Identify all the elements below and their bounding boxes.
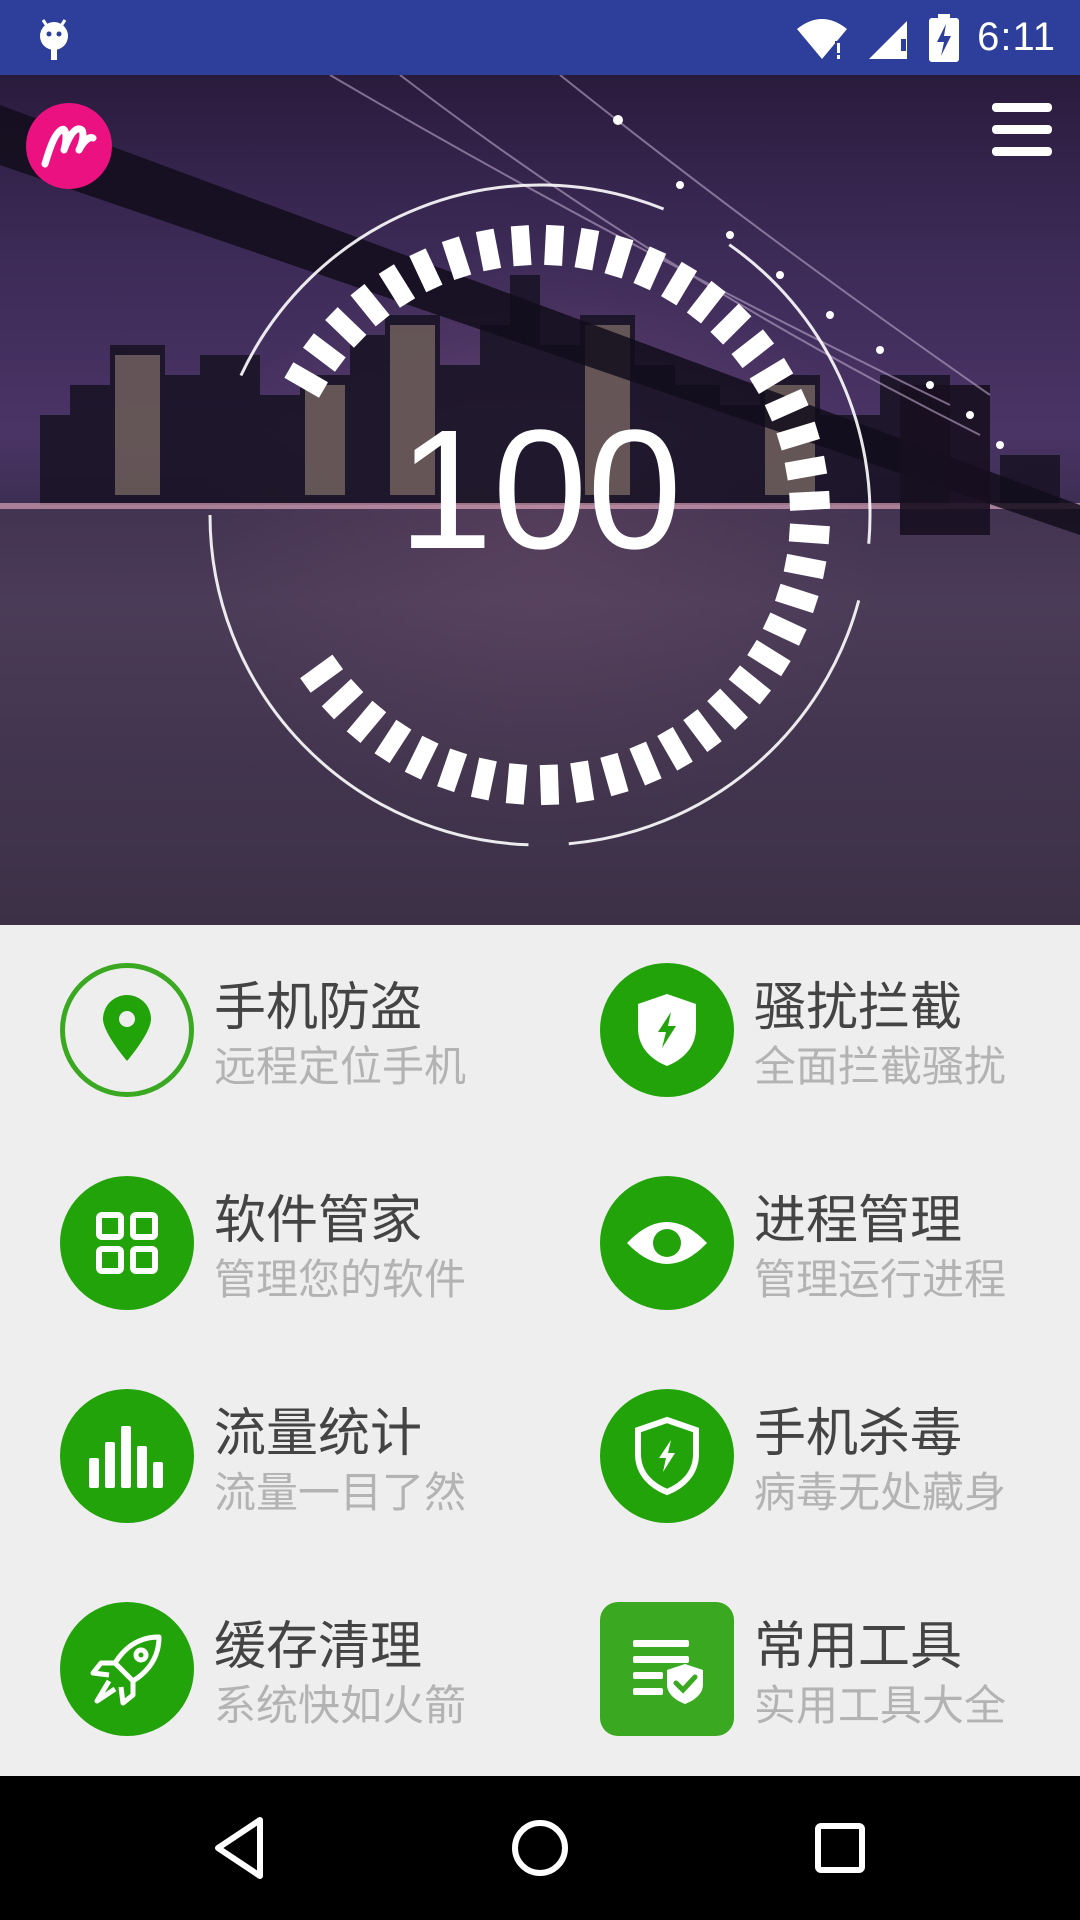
- battery-charging-icon: [929, 13, 960, 62]
- hero-banner: 100: [0, 75, 1080, 925]
- gauge-tick: [661, 261, 698, 306]
- feature-anti-theft[interactable]: 手机防盗 远程定位手机: [0, 925, 540, 1138]
- gauge-tick: [783, 553, 827, 580]
- feature-subtitle: 系统快如火箭: [214, 1681, 467, 1730]
- gauge-tick: [378, 264, 416, 308]
- feature-title: 缓存清理: [214, 1617, 423, 1677]
- home-icon[interactable]: [504, 1812, 576, 1884]
- gauge-tick: [774, 583, 819, 614]
- eye-icon: [600, 1176, 734, 1310]
- gauge-tick: [302, 333, 346, 372]
- gauge-tick: [409, 248, 443, 293]
- gauge-tick: [731, 329, 775, 369]
- gauge-tick: [728, 665, 772, 705]
- feature-title: 手机杀毒: [754, 1404, 963, 1464]
- feature-title: 流量统计: [214, 1404, 423, 1464]
- gauge-tick: [600, 752, 629, 797]
- feature-process-manager[interactable]: 进程管理 管理运行进程: [540, 1138, 1080, 1351]
- gauge-tick: [346, 700, 387, 743]
- feature-common-tools[interactable]: 常用工具 实用工具大全: [540, 1564, 1080, 1777]
- gauge-tick: [747, 639, 791, 677]
- gauge-tick: [505, 763, 528, 805]
- gauge-tick: [784, 455, 828, 481]
- gauge-tick: [284, 362, 328, 398]
- gauge-tick: [574, 227, 600, 271]
- menu-icon[interactable]: [992, 103, 1052, 163]
- gauge-tick: [762, 612, 807, 646]
- gauge-tick: [300, 654, 344, 693]
- logo-m-glyph: [41, 125, 97, 168]
- gauge-tick: [470, 757, 497, 801]
- signal-icon: [869, 20, 908, 59]
- gauge-tick: [710, 303, 752, 345]
- gauge-tick: [325, 307, 367, 348]
- gauge-tick: [539, 764, 560, 806]
- feature-title: 常用工具: [754, 1617, 963, 1677]
- recents-icon[interactable]: [804, 1812, 876, 1884]
- gauge-tick: [350, 283, 390, 327]
- feature-software-manager[interactable]: 软件管家 管理您的软件: [0, 1138, 540, 1351]
- gauge-tick: [629, 741, 662, 786]
- gauge-tick: [657, 727, 693, 771]
- status-bar: 6:11: [0, 0, 1080, 75]
- gauge-tick: [441, 236, 472, 281]
- score-value: 100: [398, 395, 682, 585]
- android-debug-icon: [40, 19, 68, 60]
- feature-subtitle: 实用工具大全: [754, 1681, 1007, 1730]
- gauge-tick: [404, 735, 439, 780]
- gauge-tick: [749, 357, 794, 394]
- gauge-tick: [321, 678, 364, 720]
- document-check-icon: [600, 1602, 734, 1736]
- status-time: 6:11: [977, 15, 1056, 59]
- gauge-tick: [475, 228, 502, 272]
- rocket-icon: [60, 1602, 194, 1736]
- apps-grid-icon: [60, 1176, 194, 1310]
- feature-subtitle: 全面拦截骚扰: [754, 1042, 1007, 1091]
- bar-chart-icon: [60, 1389, 194, 1523]
- gauge-tick: [604, 235, 634, 279]
- navigation-bar: [0, 1776, 1080, 1920]
- feature-grid: 手机防盗 远程定位手机 骚扰拦截 全面拦截骚扰 软件管家 管理您的软件 进程管理…: [0, 925, 1080, 1775]
- feature-title: 软件管家: [214, 1191, 423, 1251]
- gauge-tick: [570, 760, 595, 803]
- shield-outline-icon: [600, 1389, 734, 1523]
- feature-subtitle: 病毒无处藏身: [754, 1468, 1007, 1517]
- gauge-tick: [437, 748, 468, 793]
- feature-traffic-stats[interactable]: 流量统计 流量一目了然: [0, 1351, 540, 1564]
- gauge-tick: [789, 490, 831, 511]
- shield-bolt-icon: [600, 963, 734, 1097]
- gauge-tick: [510, 225, 532, 267]
- gauge-tick: [683, 709, 722, 753]
- gauge-tick: [633, 246, 667, 291]
- gauge-tick: [707, 688, 748, 730]
- feature-subtitle: 管理您的软件: [214, 1255, 467, 1304]
- feature-harassment-block[interactable]: 骚扰拦截 全面拦截骚扰: [540, 925, 1080, 1138]
- feature-subtitle: 流量一目了然: [214, 1468, 467, 1517]
- feature-title: 进程管理: [754, 1191, 963, 1251]
- feature-subtitle: 远程定位手机: [214, 1042, 467, 1091]
- feature-subtitle: 管理运行进程: [754, 1255, 1007, 1304]
- location-pin-icon: [60, 963, 194, 1097]
- feature-title: 骚扰拦截: [754, 978, 963, 1038]
- gauge-tick: [686, 280, 726, 324]
- feature-antivirus[interactable]: 手机杀毒 病毒无处藏身: [540, 1351, 1080, 1564]
- gauge-tick: [544, 224, 565, 266]
- feature-title: 手机防盗: [214, 978, 423, 1038]
- logo-m-icon[interactable]: [26, 103, 112, 189]
- wifi-icon: [797, 18, 848, 59]
- gauge-tick: [788, 523, 830, 545]
- feature-cache-clean[interactable]: 缓存清理 系统快如火箭: [0, 1564, 540, 1777]
- gauge-tick: [374, 719, 412, 764]
- back-icon[interactable]: [204, 1812, 276, 1884]
